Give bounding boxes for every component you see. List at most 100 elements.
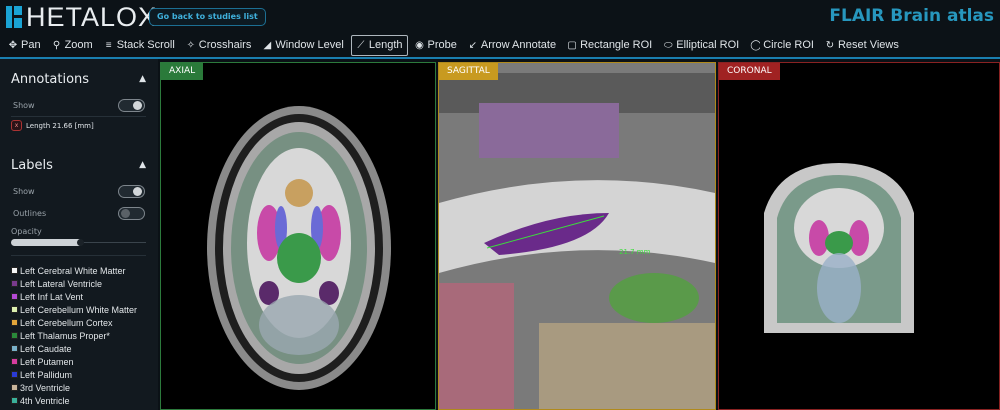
legend-item: Left Cerebral White Matter bbox=[11, 264, 156, 277]
legend-label: Left Putamen bbox=[20, 356, 74, 367]
labels-heading: Labels bbox=[11, 158, 53, 173]
legend-swatch bbox=[11, 332, 18, 339]
logo-text: HETALOX bbox=[26, 2, 158, 32]
study-title: FLAIR Brain atlas bbox=[829, 6, 994, 26]
axial-brain-image bbox=[207, 106, 391, 390]
tool-reset-views[interactable]: ↻ Reset Views bbox=[821, 35, 903, 56]
tool-label: Probe bbox=[427, 39, 457, 51]
legend-label: 3rd Ventricle bbox=[20, 382, 71, 393]
legend-swatch bbox=[11, 306, 18, 313]
ellipse-icon: ⬭ bbox=[663, 39, 673, 51]
collapse-labels-chevron-up-icon[interactable]: ▲ bbox=[139, 160, 146, 170]
tool-label: Reset Views bbox=[837, 39, 899, 51]
legend-swatch bbox=[11, 384, 18, 391]
legend-label: Left Lateral Ventricle bbox=[20, 278, 103, 289]
tool-crosshairs[interactable]: ✧ Crosshairs bbox=[182, 35, 256, 56]
opacity-slider[interactable] bbox=[11, 239, 146, 246]
legend-swatch bbox=[11, 371, 18, 378]
label-legend: Left Cerebral White Matter Left Lateral V… bbox=[11, 264, 156, 407]
tool-label: Elliptical ROI bbox=[676, 39, 740, 51]
toolbar: ✥ Pan ⚲ Zoom ≡ Stack Scroll ✧ Crosshairs ◢ Window… bbox=[0, 33, 1000, 59]
divider bbox=[11, 255, 146, 256]
tool-circle-roi[interactable]: ◯ Circle ROI bbox=[746, 35, 818, 56]
legend-swatch bbox=[11, 358, 18, 365]
tool-elliptical-roi[interactable]: ⬭ Elliptical ROI bbox=[659, 35, 743, 56]
square-icon: ▢ bbox=[567, 39, 577, 51]
tool-arrow-annotate[interactable]: ↙ Arrow Annotate bbox=[464, 35, 560, 56]
back-to-studies-button[interactable]: Go back to studies list bbox=[149, 8, 266, 26]
sidebar: Annotations ▲ Show x Length 21.66 [mm] L… bbox=[0, 59, 158, 410]
divider bbox=[11, 116, 146, 117]
tool-probe[interactable]: ◉ Probe bbox=[411, 35, 461, 56]
sagittal-viewport[interactable]: SAGITTAL 21.7 mm bbox=[438, 62, 716, 410]
reset-icon: ↻ bbox=[825, 39, 835, 51]
circle-icon: ◯ bbox=[750, 39, 761, 51]
annotations-show-toggle[interactable] bbox=[118, 99, 145, 112]
legend-swatch bbox=[11, 319, 18, 326]
outlines-label: Outlines bbox=[13, 209, 47, 218]
tool-label: Length bbox=[368, 39, 403, 51]
legend-item: 4th Ventricle bbox=[11, 394, 156, 407]
search-icon: ⚲ bbox=[52, 39, 61, 51]
outlines-toggle[interactable] bbox=[118, 207, 145, 220]
length-measurement[interactable]: 21.7 mm bbox=[619, 248, 650, 256]
legend-swatch bbox=[11, 345, 18, 352]
annotation-item: x Length 21.66 [mm] bbox=[11, 120, 94, 131]
tool-label: Circle ROI bbox=[763, 39, 814, 51]
legend-item: Left Cerebellum White Matter bbox=[11, 303, 156, 316]
tool-label: Arrow Annotate bbox=[480, 39, 557, 51]
axial-viewport[interactable]: AXIAL bbox=[160, 62, 436, 410]
legend-item: Left Putamen bbox=[11, 355, 156, 368]
legend-swatch bbox=[11, 267, 18, 274]
adjust-icon: ◢ bbox=[263, 39, 272, 51]
sagittal-tag: SAGITTAL bbox=[439, 63, 498, 80]
coronal-tag: CORONAL bbox=[719, 63, 780, 80]
tool-stack-scroll[interactable]: ≡ Stack Scroll bbox=[100, 35, 179, 56]
legend-label: 4th Ventricle bbox=[20, 395, 70, 406]
legend-item: 3rd Ventricle bbox=[11, 381, 156, 394]
coronal-viewport[interactable]: CORONAL bbox=[718, 62, 1000, 410]
tool-label: Crosshairs bbox=[198, 39, 252, 51]
collapse-annotations-chevron-up-icon[interactable]: ▲ bbox=[139, 74, 146, 84]
opacity-label: Opacity bbox=[11, 227, 42, 236]
labels-show-label: Show bbox=[13, 187, 35, 196]
labels-show-toggle[interactable] bbox=[118, 185, 145, 198]
tool-label: Rectangle ROI bbox=[580, 39, 653, 51]
legend-item: Left Lateral Ventricle bbox=[11, 277, 156, 290]
remove-annotation-close-icon[interactable]: x bbox=[11, 120, 22, 131]
legend-label: Left Inf Lat Vent bbox=[20, 291, 84, 302]
crosshairs-icon: ✧ bbox=[186, 39, 195, 51]
annotation-label[interactable]: Length 21.66 [mm] bbox=[26, 122, 94, 130]
ruler-icon: ⟋ bbox=[357, 39, 365, 51]
legend-item: Left Caudate bbox=[11, 342, 156, 355]
legend-label: Left Cerebellum White Matter bbox=[20, 304, 138, 315]
legend-item: Left Inf Lat Vent bbox=[11, 290, 156, 303]
tool-label: Window Level bbox=[275, 39, 344, 51]
arrow-icon: ↙ bbox=[468, 39, 478, 51]
legend-item: Left Thalamus Proper* bbox=[11, 329, 156, 342]
tool-label: Stack Scroll bbox=[116, 39, 175, 51]
axial-tag: AXIAL bbox=[161, 63, 204, 80]
legend-label: Left Cerebellum Cortex bbox=[20, 317, 113, 328]
tool-pan[interactable]: ✥ Pan bbox=[4, 35, 45, 56]
logo: HETALOX bbox=[6, 2, 158, 32]
tool-label: Zoom bbox=[64, 39, 93, 51]
legend-swatch bbox=[11, 397, 18, 404]
sagittal-brain-image bbox=[439, 63, 715, 409]
legend-label: Left Caudate bbox=[20, 343, 72, 354]
annotations-heading: Annotations bbox=[11, 72, 90, 87]
legend-swatch bbox=[11, 293, 18, 300]
tool-window-level[interactable]: ◢ Window Level bbox=[258, 35, 347, 56]
bars-icon: ≡ bbox=[105, 39, 112, 51]
legend-item: Left Pallidum bbox=[11, 368, 156, 381]
tool-length[interactable]: ⟋ Length bbox=[350, 34, 408, 56]
coronal-brain-image bbox=[764, 163, 914, 333]
logo-mark-icon bbox=[6, 6, 24, 28]
probe-icon: ◉ bbox=[415, 39, 424, 51]
legend-label: Left Cerebral White Matter bbox=[20, 265, 126, 276]
legend-swatch bbox=[11, 280, 18, 287]
top-bar: HETALOX Go back to studies list FLAIR Br… bbox=[0, 0, 1000, 33]
tool-zoom[interactable]: ⚲ Zoom bbox=[48, 35, 97, 56]
tool-rectangle-roi[interactable]: ▢ Rectangle ROI bbox=[563, 35, 656, 56]
pan-icon: ✥ bbox=[8, 39, 18, 51]
